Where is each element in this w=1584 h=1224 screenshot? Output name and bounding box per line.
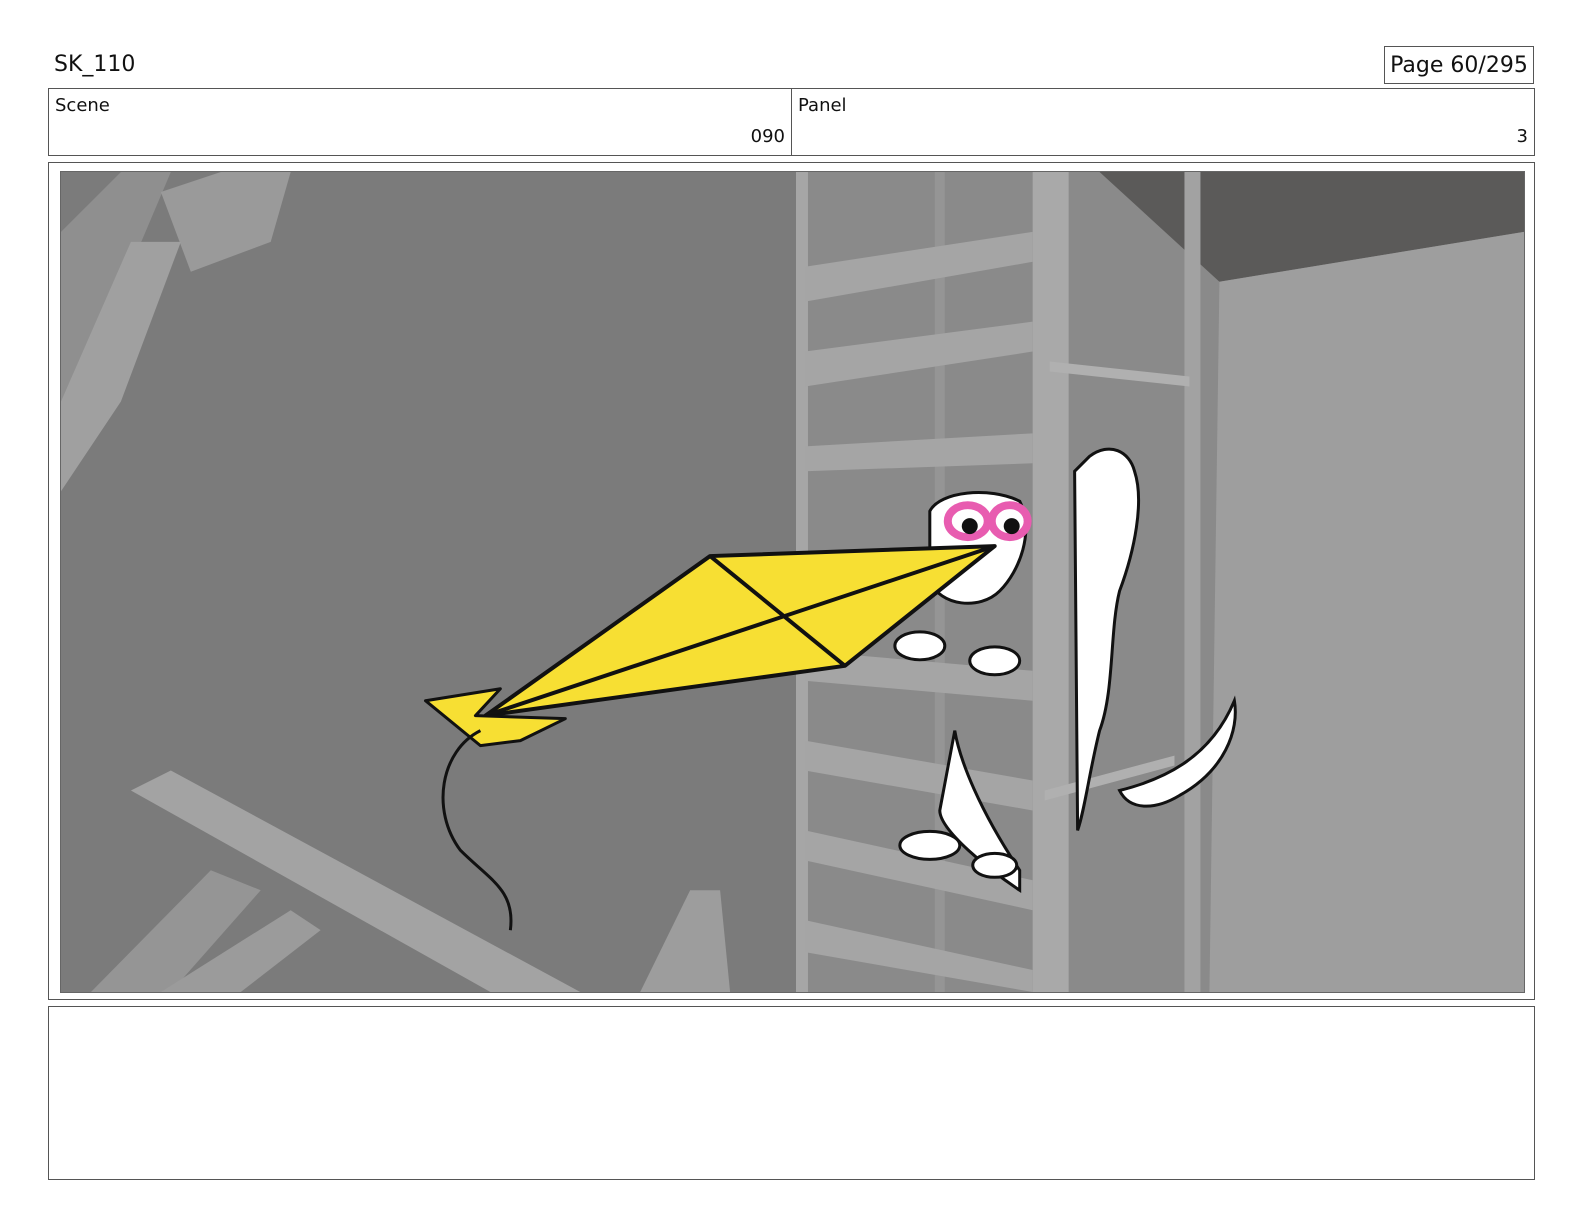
scene-cell: Scene 090 — [49, 89, 791, 155]
page-label: Page — [1390, 53, 1444, 78]
scene-panel-info: Scene 090 Panel 3 — [48, 88, 1535, 156]
panel-label: Panel — [798, 95, 847, 116]
page-indicator: Page 60/295 — [1384, 46, 1534, 84]
scene-label: Scene — [55, 95, 110, 116]
scene-value: 090 — [750, 126, 785, 147]
panel-cell: Panel 3 — [791, 89, 1534, 155]
scene-illustration — [61, 172, 1524, 992]
storyboard-image — [60, 171, 1525, 993]
notes-box — [48, 1006, 1535, 1180]
panel-value: 3 — [1516, 126, 1528, 147]
storyboard-frame — [48, 162, 1535, 1000]
page-number: 60/295 — [1450, 53, 1528, 78]
project-title: SK_110 — [54, 52, 136, 77]
